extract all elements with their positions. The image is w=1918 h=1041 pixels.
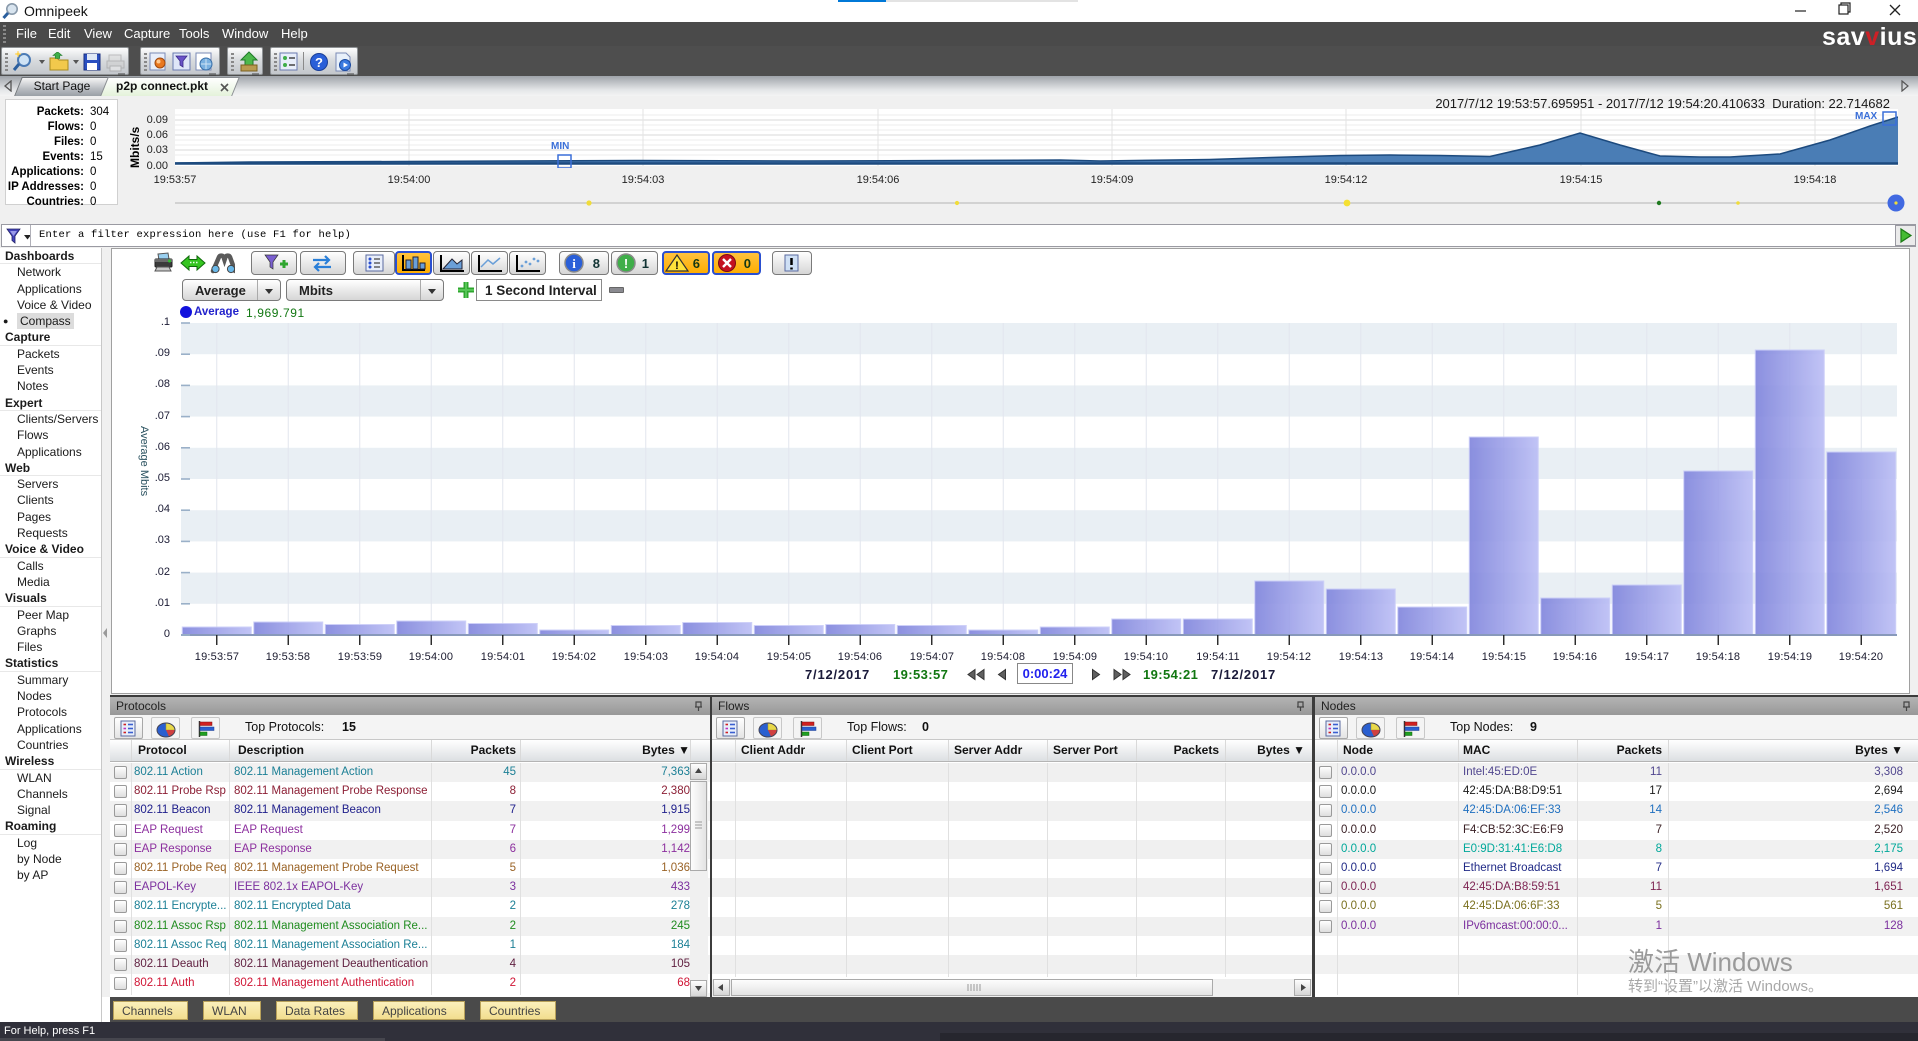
svg-text:!: ! <box>624 256 628 271</box>
svg-text:?: ? <box>315 55 323 70</box>
svg-text:i: i <box>572 256 576 271</box>
svg-text:MIN: MIN <box>551 141 569 152</box>
svg-text:MAX: MAX <box>1855 111 1878 122</box>
svg-text:!: ! <box>675 260 679 272</box>
